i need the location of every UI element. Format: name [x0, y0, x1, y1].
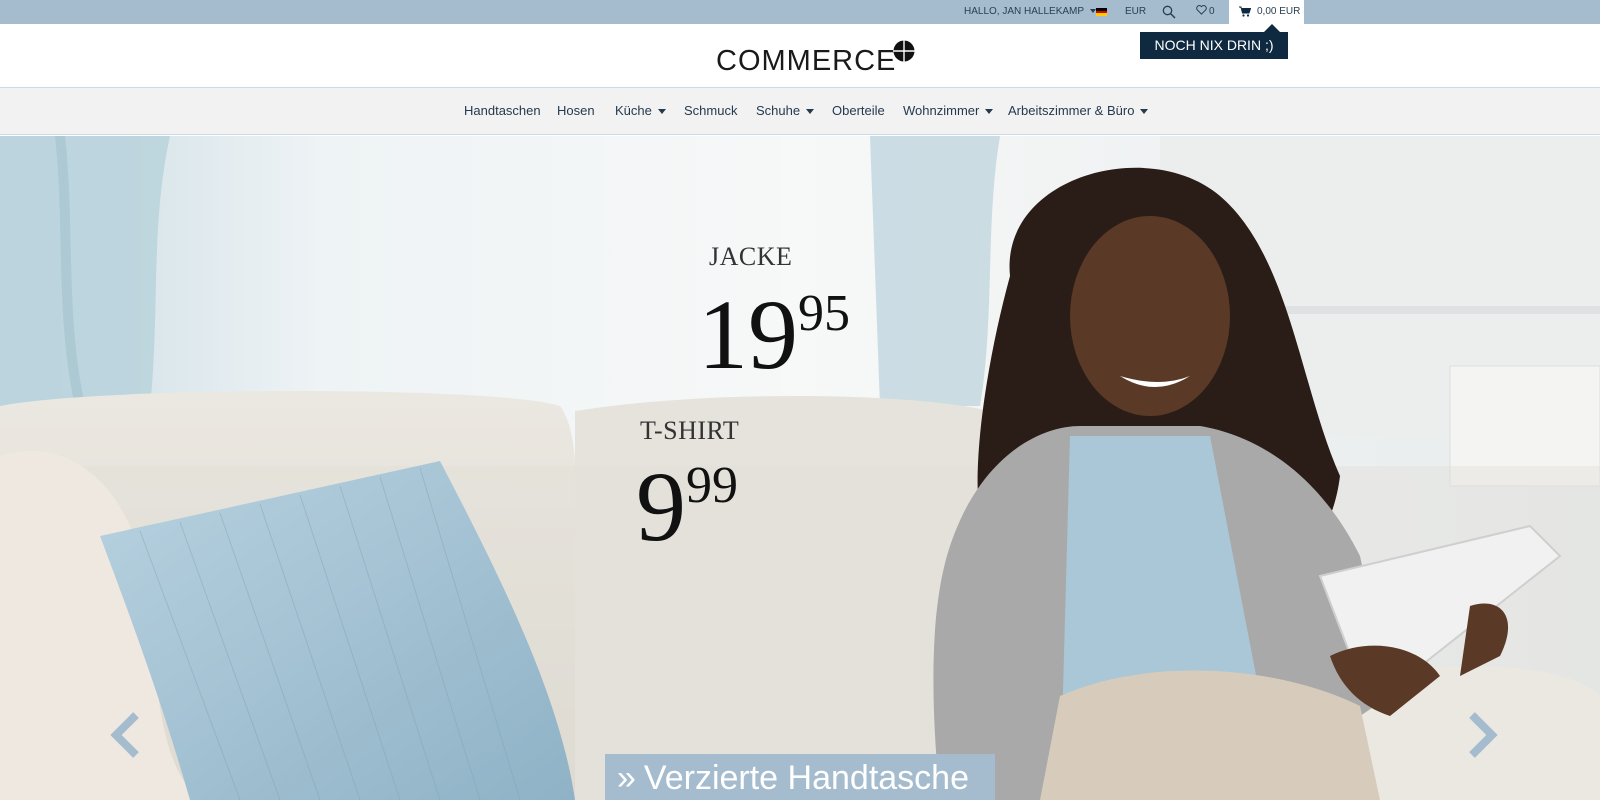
nav-item-hosen[interactable]: Hosen	[557, 88, 595, 134]
logo-text: COMMERCE	[716, 45, 897, 77]
nav-item-handtaschen[interactable]: Handtaschen	[464, 88, 541, 134]
heart-icon	[1196, 5, 1207, 15]
nav-label: Schmuck	[684, 103, 738, 118]
cart-icon	[1239, 6, 1251, 17]
nav-item-wohnzimmer[interactable]: Wohnzimmer	[903, 88, 994, 134]
nav-item-arbeitszimmer[interactable]: Arbeitszimmer & Büro	[1008, 88, 1149, 134]
nav-label: Wohnzimmer	[903, 103, 980, 118]
nav-label: Oberteile	[832, 103, 885, 118]
main-navigation: Handtaschen Hosen Küche Schmuck Schuhe O…	[0, 87, 1600, 135]
nav-item-schmuck[interactable]: Schmuck	[684, 88, 737, 134]
cart-button[interactable]: 0,00 EUR	[1229, 0, 1304, 24]
nav-label: Arbeitszimmer & Büro	[1008, 103, 1135, 118]
slider-prev-arrow-icon[interactable]	[108, 710, 142, 760]
jacke-price-main: 19	[698, 279, 798, 390]
dropdown-caret-icon	[1140, 109, 1149, 115]
cart-total: 0,00 EUR	[1257, 6, 1301, 17]
user-greeting: HALLO, JAN HALLEKAMP	[964, 6, 1085, 17]
nav-label: Hosen	[557, 103, 595, 118]
logo-mark-icon	[893, 40, 916, 62]
tshirt-price-cents: 99	[686, 457, 738, 514]
dropdown-caret-icon	[985, 109, 994, 115]
nav-label: Schuhe	[756, 103, 801, 118]
nav-label: Küche	[615, 103, 652, 118]
top-bar: HALLO, JAN HALLEKAMP EUR 0 0,00 EUR	[0, 0, 1600, 24]
jacke-price: 1995	[698, 264, 850, 385]
user-menu[interactable]: HALLO, JAN HALLEKAMP	[964, 0, 1097, 24]
tshirt-price: 999	[636, 436, 738, 557]
cta-label: Verzierte Handtasche	[643, 759, 969, 797]
hero-cta-button[interactable]: » Verzierte Handtasche	[605, 754, 995, 800]
hero-slider: JACKE 1995 T-SHIRT 999 » Verzierte Handta…	[0, 136, 1600, 800]
dropdown-caret-icon	[806, 109, 815, 115]
wishlist-count: 0	[1209, 6, 1215, 17]
cart-popup: NOCH NIX DRIN ;)	[1140, 24, 1288, 59]
german-flag-icon[interactable]	[1096, 8, 1107, 16]
search-icon[interactable]	[1162, 5, 1176, 19]
hero-background-image	[0, 136, 1600, 800]
double-chevron-right-icon: »	[617, 759, 636, 797]
nav-item-oberteile[interactable]: Oberteile	[832, 88, 885, 134]
nav-label: Handtaschen	[464, 103, 541, 118]
currency-selector[interactable]: EUR	[1125, 0, 1146, 24]
slider-next-arrow-icon[interactable]	[1466, 710, 1500, 760]
wishlist-link[interactable]: 0	[1196, 0, 1215, 24]
nav-item-schuhe[interactable]: Schuhe	[756, 88, 815, 134]
site-logo[interactable]: COMMERCE	[716, 40, 916, 77]
dropdown-caret-icon	[657, 109, 666, 115]
nav-item-kueche[interactable]: Küche	[615, 88, 666, 134]
jacke-price-cents: 95	[798, 285, 850, 342]
tshirt-price-main: 9	[636, 451, 686, 562]
